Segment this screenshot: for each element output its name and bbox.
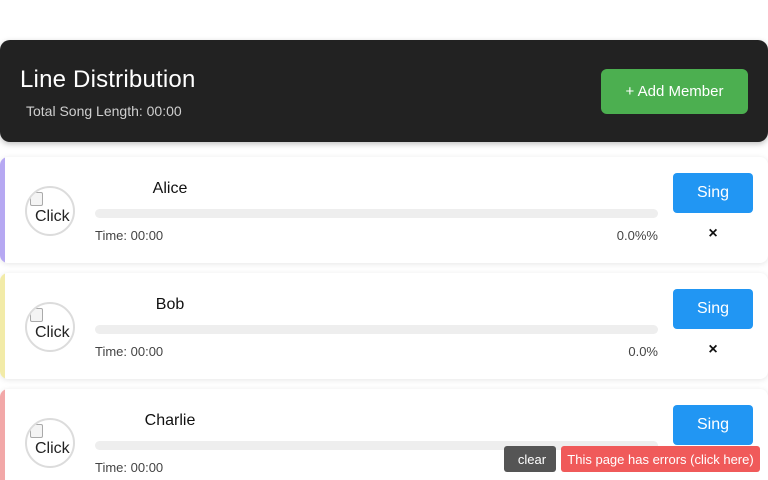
line-distribution-app: Line Distribution Total Song Length: 00:…	[0, 0, 768, 480]
progress-bar	[95, 209, 658, 218]
avatar-alt-text: Click	[35, 324, 70, 341]
member-time: Time: 00:00	[95, 460, 164, 475]
clear-errors-button[interactable]: clear	[504, 446, 556, 472]
broken-image-icon	[30, 424, 43, 438]
member-accent	[0, 273, 5, 379]
member-avatar[interactable]: Click	[25, 418, 75, 468]
remove-member-icon[interactable]: ×	[703, 224, 723, 244]
progress-bar	[95, 325, 658, 334]
page-errors-button[interactable]: This page has errors (click here)	[561, 446, 760, 472]
header-panel: Line Distribution Total Song Length: 00:…	[0, 40, 768, 142]
broken-image-icon	[30, 192, 43, 206]
remove-member-icon[interactable]: ×	[703, 340, 723, 360]
clear-label: clear	[517, 451, 547, 467]
member-accent	[0, 389, 5, 480]
member-name: Bob	[155, 296, 185, 313]
avatar-alt-text: Click	[35, 440, 70, 457]
member-time: Time: 00:00	[95, 344, 164, 359]
sing-button[interactable]: Sing	[673, 405, 753, 445]
broken-image-icon	[30, 308, 43, 322]
member-card-bob: Click Bob Time: 00:00 0.0% Sing ×	[0, 273, 768, 379]
member-accent	[0, 157, 5, 263]
member-time: Time: 00:00	[95, 228, 164, 243]
page-title: Line Distribution	[20, 66, 196, 93]
sing-button[interactable]: Sing	[673, 289, 753, 329]
member-avatar[interactable]: Click	[25, 186, 75, 236]
add-member-button[interactable]: + Add Member	[601, 69, 748, 114]
member-name: Alice	[152, 180, 188, 197]
member-name: Charlie	[144, 412, 196, 429]
member-percent: 0.0%%	[616, 228, 658, 243]
member-percent: 0.0%	[628, 344, 658, 359]
member-avatar[interactable]: Click	[25, 302, 75, 352]
total-song-length: Total Song Length: 00:00	[26, 103, 182, 119]
member-card-alice: Click Alice Time: 00:00 0.0%% Sing ×	[0, 157, 768, 263]
sing-button[interactable]: Sing	[673, 173, 753, 213]
avatar-alt-text: Click	[35, 208, 70, 225]
